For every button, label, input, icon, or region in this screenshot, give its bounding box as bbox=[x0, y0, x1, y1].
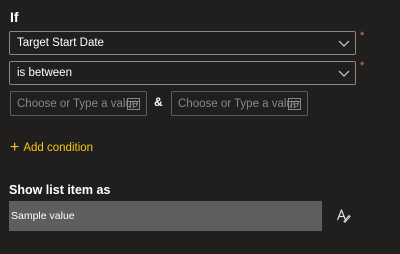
calendar-icon[interactable] bbox=[127, 97, 140, 110]
required-marker: * bbox=[360, 30, 365, 42]
text-style-brush-icon[interactable] bbox=[335, 207, 351, 223]
start-date-placeholder: Choose or Type a value bbox=[17, 98, 139, 110]
field-dropdown[interactable]: Target Start Date bbox=[9, 31, 356, 55]
range-join-symbol: & bbox=[154, 95, 163, 109]
end-date-placeholder: Choose or Type a value bbox=[178, 98, 300, 110]
add-condition-label: Add condition bbox=[23, 142, 94, 154]
show-list-item-heading: Show list item as bbox=[9, 183, 111, 197]
sample-value-preview: Sample value bbox=[9, 201, 322, 231]
operator-dropdown-value: is between bbox=[17, 67, 72, 79]
chevron-down-icon bbox=[338, 40, 350, 47]
operator-dropdown[interactable]: is between bbox=[9, 61, 356, 85]
start-date-input[interactable]: Choose or Type a value bbox=[10, 91, 147, 116]
chevron-down-icon bbox=[338, 70, 350, 77]
field-dropdown-value: Target Start Date bbox=[17, 37, 104, 49]
sample-value-text: Sample value bbox=[11, 210, 75, 222]
add-condition-button[interactable]: + Add condition bbox=[10, 140, 93, 156]
end-date-input[interactable]: Choose or Type a value bbox=[171, 91, 308, 116]
required-marker: * bbox=[360, 60, 365, 72]
if-heading: If bbox=[10, 9, 19, 25]
calendar-icon[interactable] bbox=[288, 97, 301, 110]
plus-icon: + bbox=[10, 139, 20, 156]
